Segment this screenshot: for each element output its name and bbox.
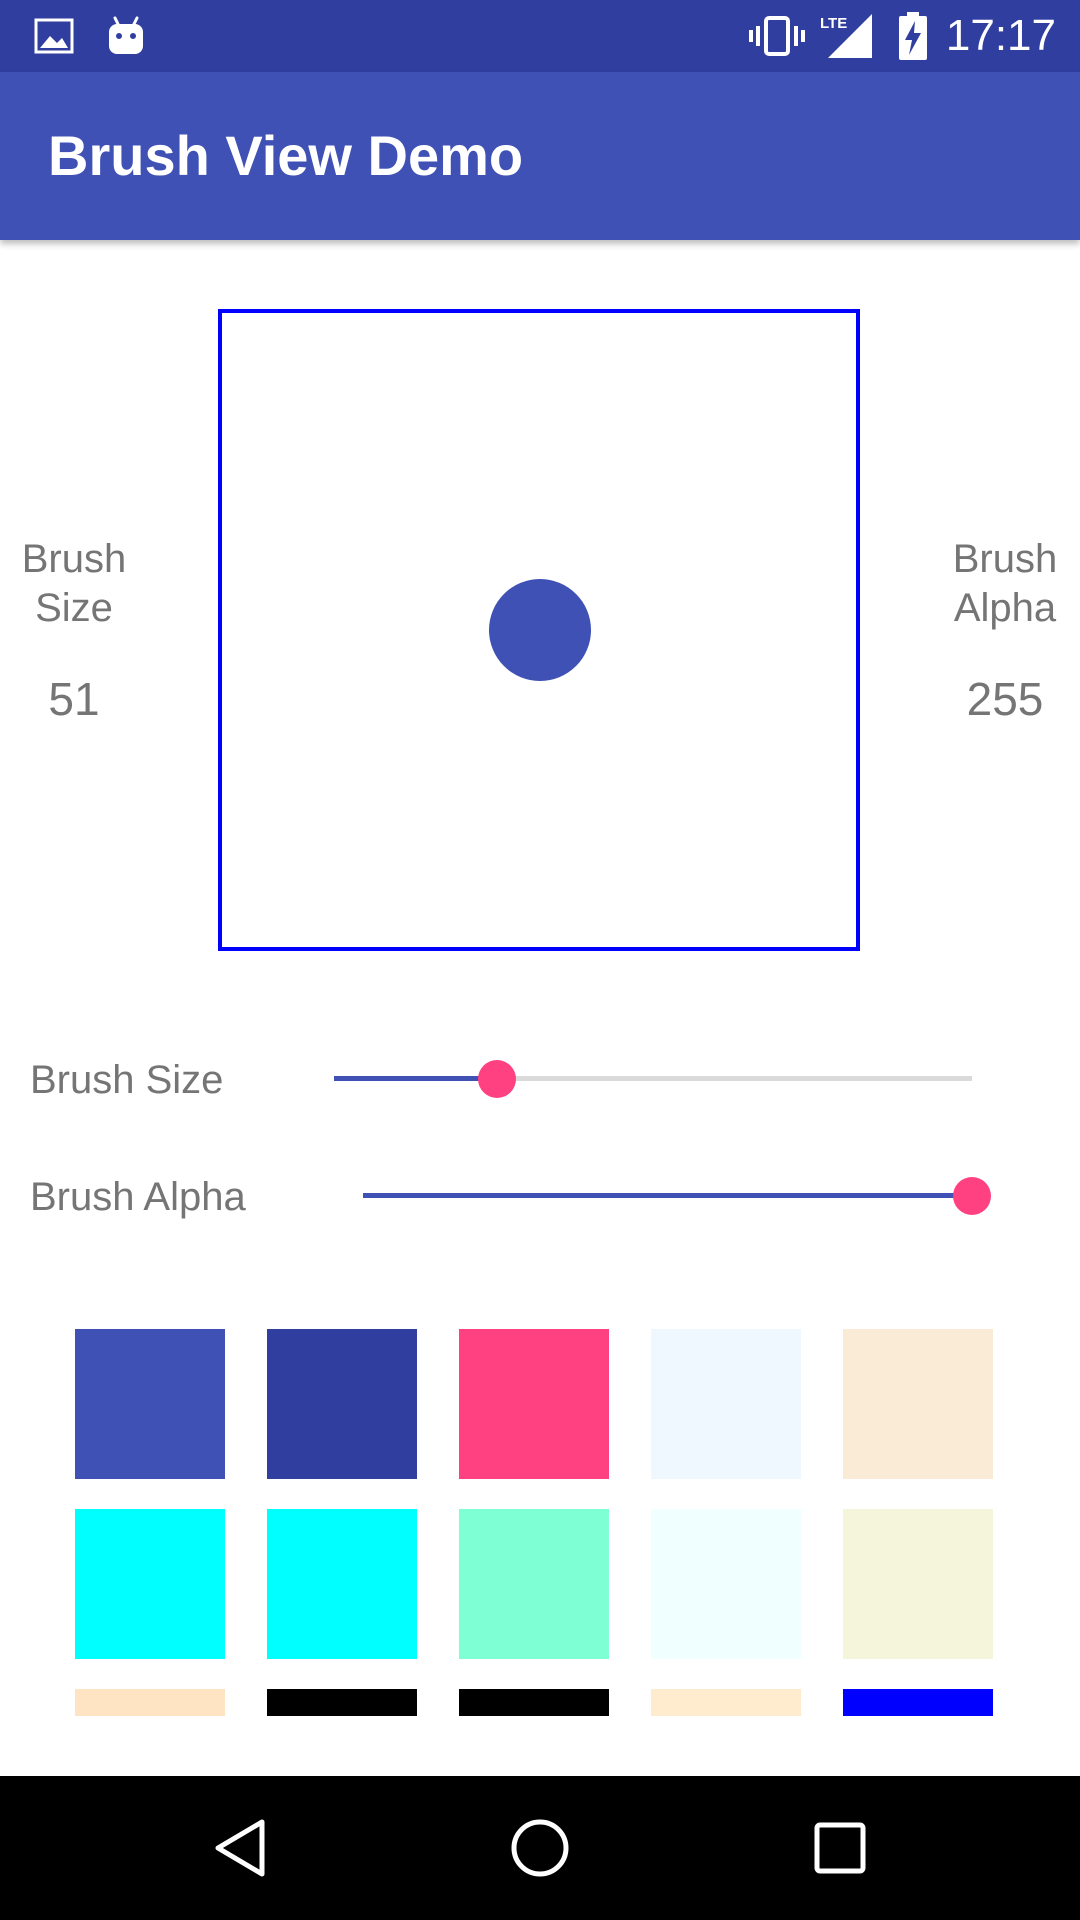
lte-label: LTE [820, 15, 847, 32]
home-icon [511, 1819, 569, 1877]
app-title: Brush View Demo [48, 124, 524, 187]
navigation-bar [0, 1776, 1080, 1920]
home-button[interactable] [460, 1776, 620, 1920]
recents-icon [814, 1822, 866, 1874]
color-swatch[interactable] [267, 1689, 417, 1716]
color-swatch[interactable] [843, 1329, 993, 1479]
signal-icon: LTE [818, 0, 874, 72]
image-icon [34, 0, 74, 72]
status-time: 17:17 [945, 11, 1056, 60]
brush-alpha-value: 255 [966, 673, 1044, 725]
brush-preview-dot [489, 579, 591, 681]
brush-alpha-slider-label: Brush Alpha [30, 1175, 246, 1219]
recents-button[interactable] [760, 1776, 920, 1920]
color-swatch[interactable] [843, 1689, 993, 1716]
back-icon [215, 1819, 265, 1877]
android-icon [106, 0, 146, 72]
brush-alpha-side-label: Brush Alpha [952, 537, 1058, 630]
brush-alpha-thumb[interactable] [953, 1177, 991, 1215]
status-bar: LTE 17:17 [0, 0, 1080, 72]
brush-size-value: 51 [48, 673, 100, 725]
color-swatch[interactable] [267, 1509, 417, 1659]
brush-size-track-fill [334, 1076, 497, 1081]
app-bar: Brush View Demo [0, 72, 1080, 240]
color-swatch[interactable] [75, 1689, 225, 1716]
color-swatch[interactable] [267, 1329, 417, 1479]
color-swatch[interactable] [459, 1509, 609, 1659]
color-swatch[interactable] [651, 1329, 801, 1479]
color-swatch[interactable] [459, 1689, 609, 1716]
color-swatch[interactable] [651, 1509, 801, 1659]
brush-alpha-track-fill [363, 1193, 972, 1198]
back-button[interactable] [160, 1776, 320, 1920]
brush-size-slider-label: Brush Size [30, 1058, 224, 1102]
screen: LTE 17:17 Brush View Demo Brush Size 51 … [0, 0, 1080, 1920]
battery-charging-icon [898, 0, 928, 72]
brush-alpha-slider[interactable] [363, 1175, 991, 1215]
brush-size-slider[interactable] [334, 1058, 972, 1098]
color-swatch[interactable] [75, 1329, 225, 1479]
color-swatch[interactable] [651, 1689, 801, 1716]
brush-size-side-label: Brush Size [21, 537, 127, 630]
color-swatch[interactable] [75, 1509, 225, 1659]
color-swatch[interactable] [843, 1509, 993, 1659]
color-swatch[interactable] [459, 1329, 609, 1479]
vibrate-icon [748, 0, 806, 72]
brush-size-thumb[interactable] [478, 1060, 516, 1098]
